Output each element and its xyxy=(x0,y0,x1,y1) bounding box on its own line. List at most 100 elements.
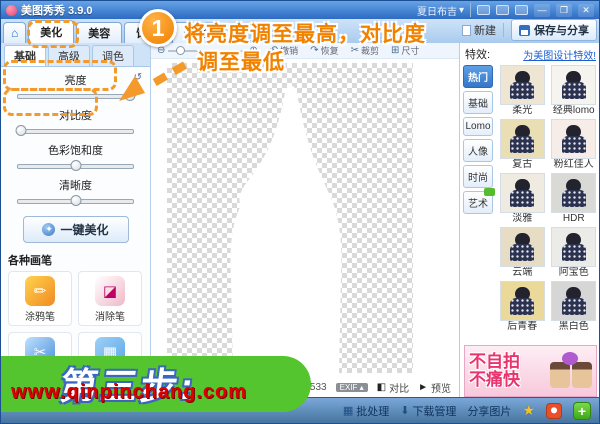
filter-thumbnail xyxy=(551,281,597,321)
filter-thumbnail xyxy=(551,119,597,159)
filter-label: 黑白色 xyxy=(558,321,589,332)
compare-button[interactable]: ◧ 对比 xyxy=(377,380,409,395)
app-title: 美图秀秀 3.9.0 xyxy=(21,5,93,17)
download-label: 下载管理 xyxy=(412,405,457,418)
clarity-slider-group: 清晰度 xyxy=(17,177,134,207)
one-click-beautify-button[interactable]: ✦ 一键美化 xyxy=(22,216,129,243)
clarity-slider[interactable] xyxy=(17,194,134,207)
saturation-slider-handle[interactable] xyxy=(70,160,81,171)
highlight-box-contrast xyxy=(3,88,98,116)
filter-thumbnail xyxy=(499,173,545,213)
category-art[interactable]: 艺术 xyxy=(463,188,495,214)
share-label: 分享图片 xyxy=(467,405,512,418)
category-hot[interactable]: 热门 xyxy=(463,65,493,88)
divider xyxy=(503,23,504,37)
filter-thumbnail xyxy=(551,227,597,267)
image-workspace[interactable] xyxy=(167,63,413,373)
new-window-icon[interactable] xyxy=(477,5,490,15)
download-icon: ⬇ xyxy=(400,405,410,417)
effects-panel: 特效: 为美图设计特效! 热门 基础 Lomo 人像 时尚 艺术 柔光 经典lo… xyxy=(459,43,599,399)
doodle-pen-button[interactable]: ✏ 涂鸦笔 xyxy=(4,270,72,326)
saturation-label: 色彩饱和度 xyxy=(48,145,103,157)
add-button[interactable]: + xyxy=(573,401,591,420)
close-button[interactable]: ✕ xyxy=(578,3,594,17)
filter-thumbnail xyxy=(499,281,545,321)
beautify-wand-icon: ✦ xyxy=(42,223,56,236)
save-share-label: 保存与分享 xyxy=(534,25,589,37)
filter-thumbnail xyxy=(551,65,597,105)
filter-retro[interactable]: 复古 xyxy=(499,119,546,171)
filter-thumbnail xyxy=(499,227,545,267)
beautify-label: 一键美化 xyxy=(60,223,109,237)
share-image-button[interactable]: 分享图片 xyxy=(467,403,511,419)
filter-label: 柔光 xyxy=(512,105,533,116)
batch-process-button[interactable]: ▦ 批处理 xyxy=(343,403,389,419)
person-silhouette xyxy=(230,85,342,373)
filter-label: 阿宝色 xyxy=(558,267,589,278)
filter-pink-lady[interactable]: 粉红佳人 xyxy=(551,119,598,171)
annotation-line2: 调至最低 xyxy=(197,51,285,74)
new-page-icon xyxy=(462,24,471,36)
category-label: 艺术 xyxy=(468,199,488,210)
compare-label: 对比 xyxy=(389,384,410,395)
filter-label: 经典lomo xyxy=(552,105,595,116)
preview-button[interactable]: ► 预览 xyxy=(418,380,451,395)
tab-home[interactable]: ⌂ xyxy=(3,22,27,43)
download-manager-button[interactable]: ⬇ 下载管理 xyxy=(400,403,456,419)
filter-classic-lomo[interactable]: 经典lomo xyxy=(551,65,598,117)
save-share-button[interactable]: 保存与分享 xyxy=(511,19,597,41)
saturation-slider[interactable] xyxy=(17,159,134,172)
minimize-button[interactable]: — xyxy=(534,3,550,17)
filter-thumbnail xyxy=(499,119,545,159)
watermark-url: www.qinpinchang.com xyxy=(11,381,248,403)
new-file-label: 新建 xyxy=(474,25,496,37)
divider xyxy=(470,3,471,17)
maximize-button[interactable]: ❐ xyxy=(556,3,572,17)
category-lomo[interactable]: Lomo xyxy=(463,117,493,136)
tab-cosmetology[interactable]: 美容 xyxy=(76,22,123,43)
contrast-slider-handle[interactable] xyxy=(15,125,26,136)
contrast-slider[interactable] xyxy=(15,124,134,137)
star-icon[interactable]: ★ xyxy=(522,402,535,419)
clarity-slider-handle[interactable] xyxy=(70,195,81,206)
filter-soft-light[interactable]: 柔光 xyxy=(499,65,546,117)
batch-label: 批处理 xyxy=(356,405,390,418)
eraser-pen-button[interactable]: ◪ 消除笔 xyxy=(78,271,142,326)
ad-banner[interactable]: 不自拍 不痛快 xyxy=(464,345,597,397)
app-logo-icon xyxy=(6,4,17,16)
ad-speech-bubble xyxy=(562,352,578,365)
doodle-pen-icon: ✏ xyxy=(25,276,55,306)
filter-post-youth[interactable]: 后青春 xyxy=(499,281,546,333)
new-file-button[interactable]: 新建 xyxy=(462,22,496,38)
weibo-icon[interactable] xyxy=(546,402,562,419)
brush-label: 涂鸦笔 xyxy=(25,312,55,323)
category-basic[interactable]: 基础 xyxy=(463,91,493,114)
filter-abao-color[interactable]: 阿宝色 xyxy=(551,227,598,279)
filter-black-white[interactable]: 黑白色 xyxy=(551,281,598,333)
layout-icon[interactable] xyxy=(515,5,528,15)
tutorial-watermark: 第三步: www.qinpinchang.com xyxy=(1,356,311,412)
eraser-icon: ◪ xyxy=(95,276,125,306)
effect-categories: 热门 基础 Lomo 人像 时尚 艺术 xyxy=(463,65,495,333)
skin-name: 夏日布吉 xyxy=(416,6,457,18)
filter-elegant[interactable]: 淡雅 xyxy=(499,173,546,225)
home-icon: ⌂ xyxy=(11,26,19,40)
skin-selector[interactable]: 夏日布吉 ▾ xyxy=(417,3,464,18)
ad-line2: 不痛快 xyxy=(469,370,520,389)
category-fashion[interactable]: 时尚 xyxy=(463,165,493,188)
filter-thumbnail xyxy=(499,65,545,105)
annotation-arrow-icon xyxy=(119,61,188,101)
ad-line1: 不自拍 xyxy=(469,352,520,372)
filter-grid: 柔光 经典lomo 复古 粉红佳人 淡雅 HDR 云端 阿宝色 后青春 黑白色 xyxy=(493,65,599,333)
brush-label: 消除笔 xyxy=(95,312,125,323)
category-portrait[interactable]: 人像 xyxy=(463,139,493,162)
filter-label: HDR xyxy=(562,213,585,224)
filter-hdr[interactable]: HDR xyxy=(551,173,598,225)
feedback-icon[interactable] xyxy=(496,5,509,15)
exif-badge[interactable]: EXIF ▴ xyxy=(335,383,368,392)
filter-cloud[interactable]: 云端 xyxy=(499,227,546,279)
canvas-area: 400 × 533 EXIF ▴ ◧ 对比 ► 预览 xyxy=(151,59,459,399)
hot-ribbon-badge xyxy=(500,282,509,293)
design-effects-link[interactable]: 为美图设计特效! xyxy=(523,47,596,62)
effects-header: 特效: xyxy=(465,49,491,61)
